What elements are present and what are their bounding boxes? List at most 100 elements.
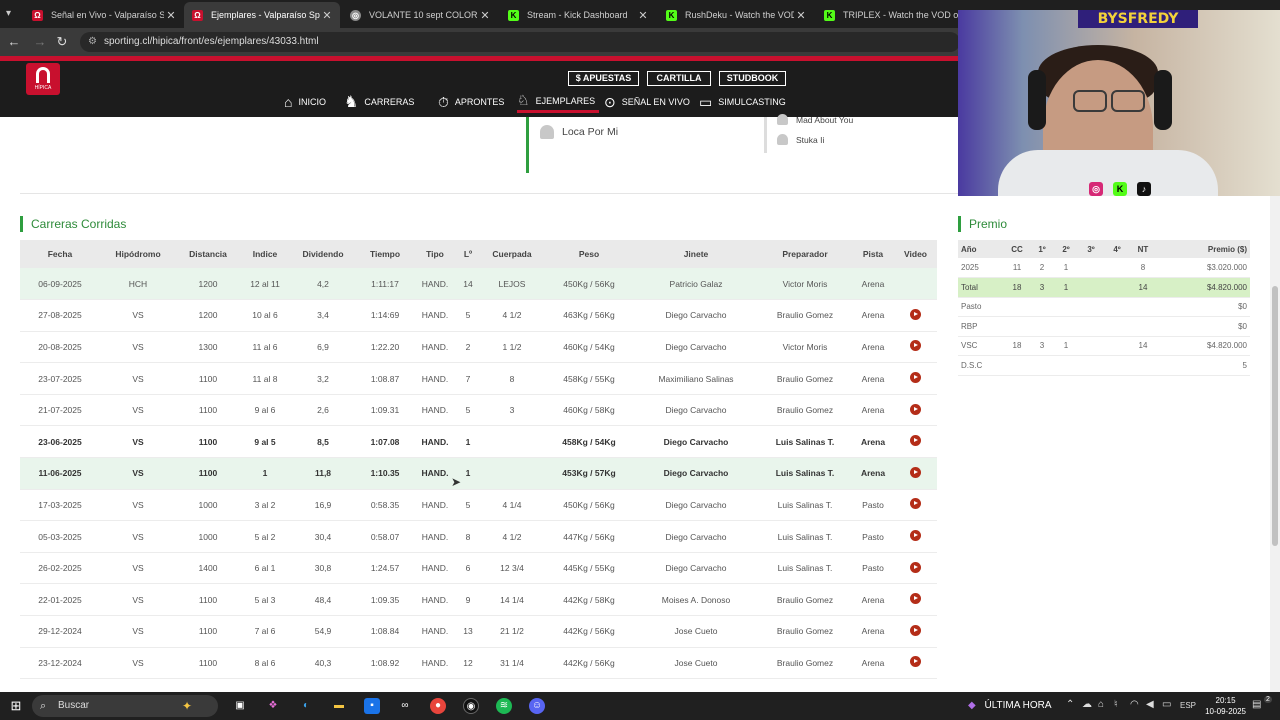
onedrive-icon[interactable]: ☁ <box>1082 699 1092 710</box>
store-icon[interactable]: ▪ <box>364 698 380 714</box>
table-row[interactable]: 29-12-2024 VS 1100 7 al 6 54,9 1:08.84 HAND. 13… <box>20 615 937 648</box>
table-row[interactable]: 23-07-2025 VS 1100 11 al 8 3,2 1:08.87 HAND. 7 8… <box>20 362 937 395</box>
battery-icon[interactable]: ▭ <box>1162 699 1171 710</box>
browser-tab[interactable]: K RushDeku - Watch the VOD on ✕ <box>658 2 814 28</box>
video-play-icon[interactable] <box>910 656 921 668</box>
nav-carreras[interactable]: ♞ CARRERAS <box>344 91 414 113</box>
video-play-icon[interactable] <box>910 466 921 478</box>
system-clock[interactable]: 20:15 10-09-2025 <box>1205 695 1246 717</box>
pedigree-horse[interactable]: Stuka Ii <box>777 134 824 145</box>
obs-icon[interactable]: ◉ <box>463 698 479 714</box>
reload-icon[interactable]: ↻ <box>54 34 70 50</box>
video-play-icon[interactable] <box>910 498 921 510</box>
table-row[interactable]: 23-06-2025 VS 1100 9 al 5 8,5 1:07.08 HAND. 1 45… <box>20 425 937 459</box>
table-row[interactable]: 06-09-2025 HCH 1200 12 al 11 4,2 1:11:17 HAND.… <box>20 268 937 301</box>
col-peso[interactable]: Peso <box>544 240 634 268</box>
copilot-icon[interactable]: ❖ <box>265 698 281 714</box>
studbook-button[interactable]: STUDBOOK <box>719 71 786 86</box>
table-cell[interactable] <box>894 268 937 301</box>
video-play-icon[interactable] <box>910 435 921 447</box>
task-view-icon[interactable]: ▣ <box>232 698 248 714</box>
video-play-icon[interactable] <box>910 372 921 384</box>
file-explorer-icon[interactable]: ▬ <box>331 698 347 714</box>
col-tipo[interactable]: Tipo <box>414 240 456 268</box>
col-lugar[interactable]: Lº <box>456 240 480 268</box>
col-fecha[interactable]: Fecha <box>20 240 100 268</box>
col-tiempo[interactable]: Tiempo <box>356 240 414 268</box>
video-play-icon[interactable] <box>910 624 921 636</box>
table-cell[interactable] <box>894 489 937 522</box>
nav-inicio[interactable]: ⌂ INICIO <box>284 91 326 113</box>
table-cell[interactable] <box>894 520 937 553</box>
video-play-icon[interactable] <box>910 340 921 352</box>
nav-aprontes[interactable]: ⏱ APRONTES <box>438 91 504 113</box>
table-row[interactable]: 05-03-2025 VS 1000 5 al 2 30,4 0:58.07 HAND. 8 4… <box>20 520 937 553</box>
microphone-icon[interactable]: ♮ <box>1114 699 1118 710</box>
table-row[interactable]: 23-12-2024 VS 1100 8 al 6 40,3 1:08.92 HAND. 12… <box>20 647 937 680</box>
pedigree-horse[interactable]: Loca Por Mi <box>540 125 618 139</box>
nav-ejemplares[interactable]: ♘ EJEMPLARES <box>517 91 600 113</box>
table-cell[interactable] <box>894 331 937 364</box>
table-cell[interactable] <box>894 552 937 585</box>
close-tab-icon[interactable]: ✕ <box>636 9 650 22</box>
taskbar-search[interactable]: ⌕ Buscar ✦ <box>32 695 218 717</box>
table-row[interactable]: 22-01-2025 VS 1100 5 al 3 48,4 1:09.35 HAND. 9 1… <box>20 583 937 617</box>
table-cell[interactable] <box>894 647 937 680</box>
video-play-icon[interactable] <box>910 308 921 320</box>
col-jinete[interactable]: Jinete <box>634 240 758 268</box>
table-cell[interactable] <box>894 583 937 617</box>
cartilla-button[interactable]: CARTILLA <box>647 71 711 86</box>
browser-tab[interactable]: K Stream - Kick Dashboard ✕ <box>500 2 656 28</box>
col-hipodromo[interactable]: Hipódromo <box>100 240 176 268</box>
edge-icon[interactable]: ◐ <box>298 698 314 714</box>
page-scrollbar[interactable] <box>1270 196 1280 692</box>
table-cell[interactable] <box>894 394 937 427</box>
table-cell[interactable] <box>894 299 937 332</box>
nav-senal-en-vivo[interactable]: ⊙ SEÑAL EN VIVO <box>604 91 690 113</box>
news-widget[interactable]: ◆ ÚLTIMA HORA <box>968 697 1052 715</box>
video-play-icon[interactable] <box>910 561 921 573</box>
volume-icon[interactable]: ◀ <box>1146 699 1154 710</box>
col-dividendo[interactable]: Dividendo <box>290 240 356 268</box>
table-cell[interactable] <box>894 362 937 395</box>
notification-icon[interactable]: ▤ <box>1252 699 1261 710</box>
table-row[interactable]: 17-03-2025 VS 1000 3 al 2 16,9 0:58.35 HAND. 5 4… <box>20 489 937 522</box>
browser-tab[interactable]: K TRIPLEX - Watch the VOD on Ki <box>816 2 958 28</box>
site-info-icon[interactable]: ⚙ <box>88 32 97 52</box>
video-play-icon[interactable] <box>910 403 921 415</box>
browser-tab[interactable]: ◎ VOLANTE 10 sept COLOR.qxd ✕ <box>342 2 498 28</box>
table-row[interactable]: 21-07-2025 VS 1100 9 al 6 2,6 1:09.31 HAND. 5 3 4… <box>20 394 937 427</box>
col-pista[interactable]: Pista <box>852 240 894 268</box>
table-row[interactable]: 26-02-2025 VS 1400 6 al 1 30,8 1:24.57 HAND. 6 1… <box>20 552 937 585</box>
col-cuerpada[interactable]: Cuerpada <box>480 240 544 268</box>
spotify-icon[interactable]: ≋ <box>496 698 512 714</box>
close-tab-icon[interactable]: ✕ <box>478 9 492 22</box>
close-tab-icon[interactable]: ✕ <box>164 9 178 22</box>
nav-simulcasting[interactable]: ▭ SIMULCASTING <box>699 91 786 113</box>
apuestas-button[interactable]: $ APUESTAS <box>568 71 639 86</box>
app-icon[interactable]: ∞ <box>397 698 413 714</box>
table-cell[interactable] <box>894 457 937 490</box>
table-row[interactable]: 20-08-2025 VS 1300 11 al 6 6,9 1:22.20 HAND. 2 1… <box>20 331 937 364</box>
col-preparador[interactable]: Preparador <box>758 240 852 268</box>
language-indicator[interactable]: ESP <box>1180 701 1196 710</box>
discord-icon[interactable]: ☺ <box>529 698 545 714</box>
col-indice[interactable]: Indice <box>240 240 290 268</box>
chrome-icon[interactable]: ● <box>430 698 446 714</box>
col-distancia[interactable]: Distancia <box>176 240 240 268</box>
tab-search-icon[interactable]: ▾ <box>6 8 18 20</box>
scrollbar-thumb[interactable] <box>1272 286 1278 546</box>
back-icon[interactable]: ← <box>6 34 22 50</box>
windows-start-icon[interactable]: ⊞ <box>8 698 24 714</box>
table-cell[interactable] <box>894 425 937 459</box>
wifi-icon[interactable]: ◠ <box>1130 699 1139 710</box>
sporting-logo[interactable]: HÍPICA <box>26 63 60 95</box>
table-row[interactable]: 11-06-2025 VS 1100 1 11,8 1:10.35 HAND. 1 453Kg … <box>20 457 937 490</box>
browser-tab[interactable]: Ω Señal en Vivo - Valparaíso Spor ✕ <box>24 2 184 28</box>
close-tab-icon[interactable]: ✕ <box>320 9 334 22</box>
pedigree-horse[interactable]: Mad About You <box>777 114 853 125</box>
forward-icon[interactable]: → <box>32 34 48 50</box>
table-row[interactable]: 27-08-2025 VS 1200 10 al 6 3,4 1:14:69 HAND. 5 4… <box>20 299 937 332</box>
url-field[interactable]: ⚙ sporting.cl/hipica/front/es/ejemplares… <box>80 32 960 52</box>
table-cell[interactable] <box>894 615 937 648</box>
